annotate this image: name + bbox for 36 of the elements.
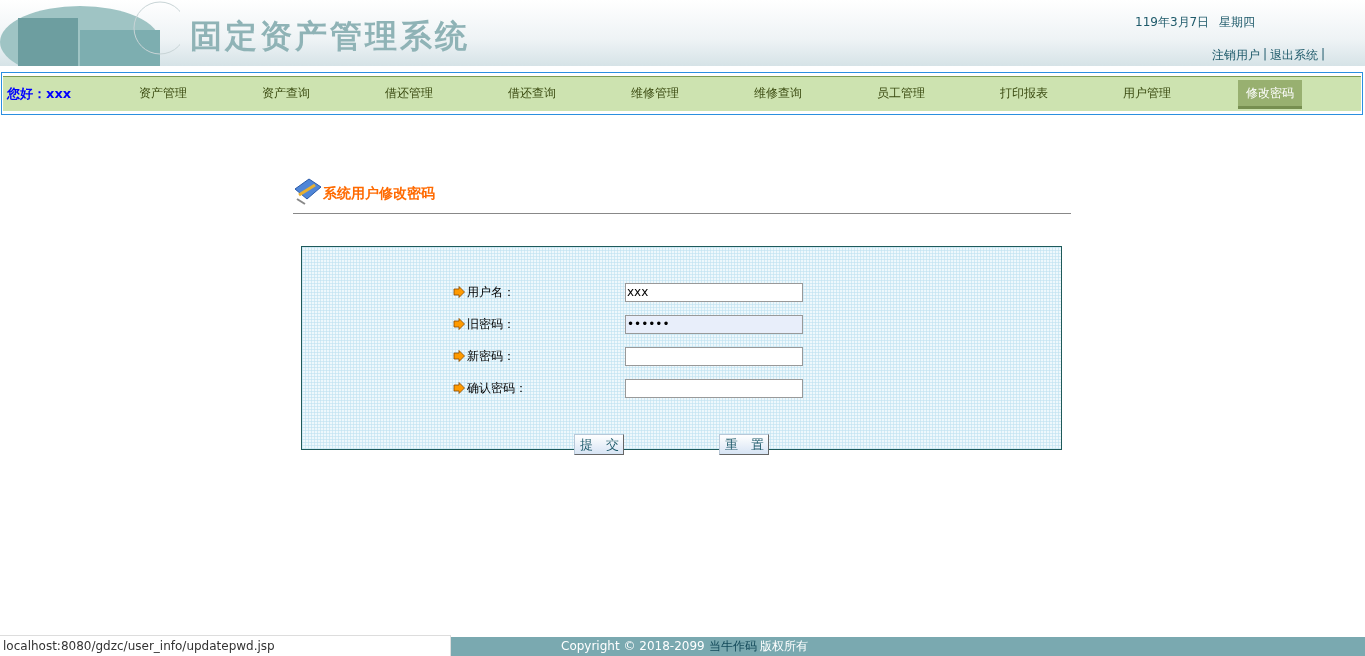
arrow-icon xyxy=(453,382,465,394)
nav-tab[interactable]: 维修管理 xyxy=(622,79,687,109)
nav-tab[interactable]: 借还管理 xyxy=(376,79,441,109)
author-link[interactable]: 当牛作码 xyxy=(708,639,757,653)
separator: | xyxy=(1262,47,1267,63)
nav-tab[interactable]: 用户管理 xyxy=(1114,79,1179,109)
form-button[interactable]: 提 交 xyxy=(574,434,624,455)
field-label: 新密码： xyxy=(467,347,515,365)
form-button[interactable]: 重 置 xyxy=(719,434,769,455)
greeting-text: 您好：xxx xyxy=(5,85,73,103)
nav-tab[interactable]: 借还查询 xyxy=(499,79,564,109)
nav-tab[interactable]: 维修查询 xyxy=(745,79,810,109)
input-field[interactable]: xxx xyxy=(625,282,803,302)
field-label: 旧密码： xyxy=(467,315,515,333)
header-link[interactable]: 退出系统 xyxy=(1269,47,1318,64)
arrow-icon xyxy=(453,318,465,330)
arrow-icon xyxy=(453,350,465,362)
header-link[interactable]: 注销用户 xyxy=(1211,47,1260,64)
field-label: 用户名： xyxy=(467,283,515,301)
nav-tab[interactable]: 资产查询 xyxy=(253,79,318,109)
weekday-text: 星期四 xyxy=(1219,14,1256,31)
separator: | xyxy=(1320,47,1325,63)
date-text: 119年3月7日 xyxy=(1135,14,1210,31)
copyright-text: Copyright © 2018-2099 当牛作码 版权所有 xyxy=(561,638,809,655)
input-field[interactable] xyxy=(625,378,803,398)
nav-tab[interactable]: 打印报表 xyxy=(991,79,1056,109)
system-title: 固定资产管理系统 xyxy=(189,16,470,57)
nav-tab[interactable]: 资产管理 xyxy=(130,79,195,109)
status-url: localhost:8080/gdzc/user_info/updatepwd.jsp xyxy=(0,635,451,656)
input-field[interactable] xyxy=(625,346,803,366)
section-heading: 系统用户修改密码 xyxy=(323,185,435,203)
nav-tab[interactable]: 员工管理 xyxy=(868,79,933,109)
edit-icon xyxy=(293,177,323,205)
field-label: 确认密码： xyxy=(467,379,527,397)
input-field[interactable]: •••••• xyxy=(625,314,803,334)
arrow-icon xyxy=(453,286,465,298)
